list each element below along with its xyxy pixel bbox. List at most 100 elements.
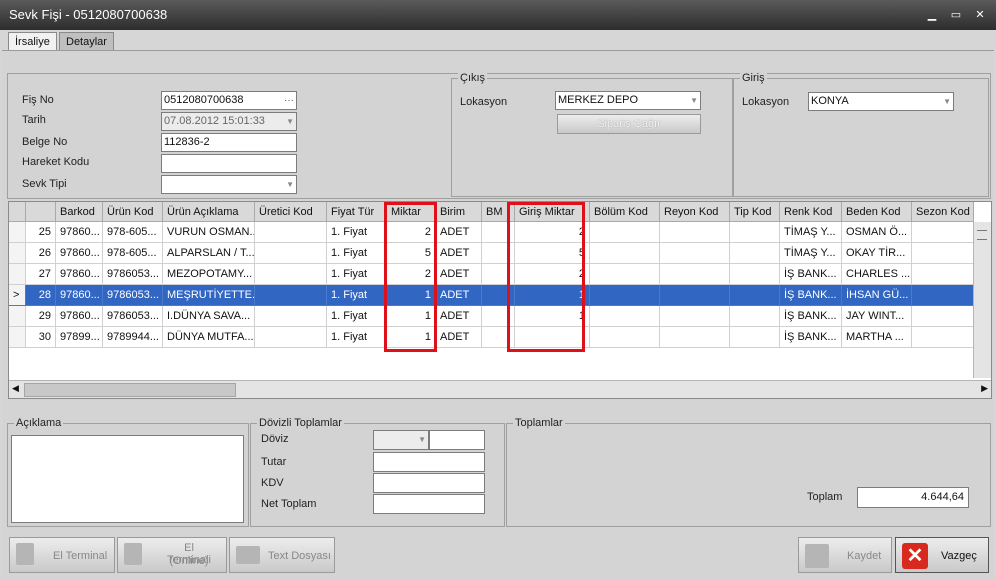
- column-header-bolum-kod[interactable]: Bölüm Kod: [590, 202, 660, 222]
- cell-sezon-kod[interactable]: [912, 222, 974, 243]
- cell-reyon-kod[interactable]: [660, 243, 730, 264]
- column-header-urun-kod[interactable]: Ürün Kod: [103, 202, 163, 222]
- tarih-field[interactable]: 07.08.2012 15:01:33 ▼: [161, 112, 297, 131]
- cell-row-indicator[interactable]: [9, 306, 26, 327]
- doviz-select[interactable]: ▼: [373, 430, 429, 450]
- cell-bm[interactable]: [482, 222, 515, 243]
- column-header-renk-kod[interactable]: Renk Kod: [780, 202, 842, 222]
- cell-bolum-kod[interactable]: [590, 243, 660, 264]
- scroll-thumb-icon[interactable]: [977, 230, 987, 240]
- cell-bolum-kod[interactable]: [590, 285, 660, 306]
- cell-giris-miktar[interactable]: 2: [515, 222, 590, 243]
- cell-sezon-kod[interactable]: [912, 327, 974, 348]
- cell-fiyat-tur[interactable]: 1. Fiyat: [327, 306, 387, 327]
- cell-bm[interactable]: [482, 306, 515, 327]
- cell-miktar[interactable]: 5: [387, 243, 436, 264]
- cell-urun-kod[interactable]: 9786053...: [103, 306, 163, 327]
- column-header-reyon-kod[interactable]: Reyon Kod: [660, 202, 730, 222]
- cell-miktar[interactable]: 2: [387, 264, 436, 285]
- cell-sezon-kod[interactable]: [912, 306, 974, 327]
- cell-renk-kod[interactable]: TİMAŞ Y...: [780, 243, 842, 264]
- cell-uretici-kod[interactable]: [255, 243, 327, 264]
- cell-bolum-kod[interactable]: [590, 306, 660, 327]
- cell-birim[interactable]: ADET: [436, 222, 482, 243]
- column-header-giris-miktar[interactable]: Giriş Miktar: [515, 202, 590, 222]
- cell-birim[interactable]: ADET: [436, 264, 482, 285]
- siparis-cagir-button[interactable]: Sipariş Çağır: [557, 114, 701, 134]
- cell-urun-kod[interactable]: 9786053...: [103, 285, 163, 306]
- cell-urun-kod[interactable]: 978-605...: [103, 243, 163, 264]
- cell-barkod[interactable]: 97860...: [56, 222, 103, 243]
- cell-barkod[interactable]: 97899...: [56, 327, 103, 348]
- cell-row-indicator[interactable]: [9, 264, 26, 285]
- cell-tip-kod[interactable]: [730, 306, 780, 327]
- cell-birim[interactable]: ADET: [436, 327, 482, 348]
- vertical-scrollbar[interactable]: [973, 222, 991, 378]
- cell-fiyat-tur[interactable]: 1. Fiyat: [327, 327, 387, 348]
- fis-no-field[interactable]: 0512080700638 ···: [161, 91, 297, 110]
- chevron-down-icon[interactable]: ▼: [690, 92, 698, 109]
- chevron-down-icon[interactable]: ▼: [286, 176, 294, 193]
- kdv-field[interactable]: [373, 473, 485, 493]
- column-header-birim[interactable]: Birim: [436, 202, 482, 222]
- column-header-fiyat-tur[interactable]: Fiyat Tür: [327, 202, 387, 222]
- column-header-miktar[interactable]: Miktar: [387, 202, 436, 222]
- cell-beden-kod[interactable]: JAY WINT...: [842, 306, 912, 327]
- doviz-kur-field[interactable]: [429, 430, 485, 450]
- cell-urun-aciklama[interactable]: MEŞRUTİYETTE...: [163, 285, 255, 306]
- cell-urun-aciklama[interactable]: VURUN OSMAN...: [163, 222, 255, 243]
- cell-reyon-kod[interactable]: [660, 327, 730, 348]
- cell-renk-kod[interactable]: TİMAŞ Y...: [780, 222, 842, 243]
- aciklama-textarea[interactable]: [11, 435, 244, 523]
- cell-tip-kod[interactable]: [730, 264, 780, 285]
- cell-row-no[interactable]: 26: [26, 243, 56, 264]
- cell-row-no[interactable]: 30: [26, 327, 56, 348]
- cell-uretici-kod[interactable]: [255, 264, 327, 285]
- sevk-tipi-field[interactable]: ▼: [161, 175, 297, 194]
- cell-urun-aciklama[interactable]: ALPARSLAN / T...: [163, 243, 255, 264]
- toplam-field[interactable]: 4.644,64: [857, 487, 969, 508]
- cell-uretici-kod[interactable]: [255, 306, 327, 327]
- cell-miktar[interactable]: 1: [387, 285, 436, 306]
- chevron-down-icon[interactable]: ▼: [286, 113, 294, 130]
- cell-giris-miktar[interactable]: 1: [515, 306, 590, 327]
- cell-miktar[interactable]: 1: [387, 327, 436, 348]
- cell-uretici-kod[interactable]: [255, 222, 327, 243]
- cell-reyon-kod[interactable]: [660, 222, 730, 243]
- net-toplam-field[interactable]: [373, 494, 485, 514]
- cell-tip-kod[interactable]: [730, 243, 780, 264]
- chevron-down-icon[interactable]: ▼: [943, 93, 951, 110]
- cell-birim[interactable]: ADET: [436, 285, 482, 306]
- tutar-field[interactable]: [373, 452, 485, 472]
- cell-renk-kod[interactable]: İŞ BANK...: [780, 327, 842, 348]
- tab-irsaliye[interactable]: İrsaliye: [8, 32, 57, 51]
- cell-birim[interactable]: ADET: [436, 306, 482, 327]
- vazgec-button[interactable]: ✕ Vazgeç: [895, 537, 989, 573]
- column-header-bm[interactable]: BM: [482, 202, 515, 222]
- cell-reyon-kod[interactable]: [660, 264, 730, 285]
- cell-fiyat-tur[interactable]: 1. Fiyat: [327, 264, 387, 285]
- cell-urun-kod[interactable]: 9789944...: [103, 327, 163, 348]
- text-dosyasi-button[interactable]: Text Dosyası: [229, 537, 335, 573]
- column-header-tip-kod[interactable]: Tip Kod: [730, 202, 780, 222]
- cell-giris-miktar[interactable]: 5: [515, 243, 590, 264]
- cell-fiyat-tur[interactable]: 1. Fiyat: [327, 285, 387, 306]
- cell-urun-kod[interactable]: 9786053...: [103, 264, 163, 285]
- cell-reyon-kod[interactable]: [660, 285, 730, 306]
- cell-giris-miktar[interactable]: 1: [515, 285, 590, 306]
- cell-miktar[interactable]: 1: [387, 306, 436, 327]
- column-header-row-indicator[interactable]: [9, 202, 26, 222]
- cell-urun-aciklama[interactable]: DÜNYA MUTFA...: [163, 327, 255, 348]
- cell-urun-aciklama[interactable]: MEZOPOTAMY...: [163, 264, 255, 285]
- tab-detaylar[interactable]: Detaylar: [59, 32, 114, 51]
- close-icon[interactable]: ✕: [973, 8, 987, 22]
- cell-barkod[interactable]: 97860...: [56, 243, 103, 264]
- horizontal-scrollbar[interactable]: ◀ ▶: [9, 380, 991, 398]
- cell-row-no[interactable]: 28: [26, 285, 56, 306]
- cell-bolum-kod[interactable]: [590, 264, 660, 285]
- cell-bm[interactable]: [482, 264, 515, 285]
- cell-tip-kod[interactable]: [730, 222, 780, 243]
- cell-tip-kod[interactable]: [730, 327, 780, 348]
- scroll-left-icon[interactable]: ◀: [12, 383, 19, 394]
- cell-row-no[interactable]: 27: [26, 264, 56, 285]
